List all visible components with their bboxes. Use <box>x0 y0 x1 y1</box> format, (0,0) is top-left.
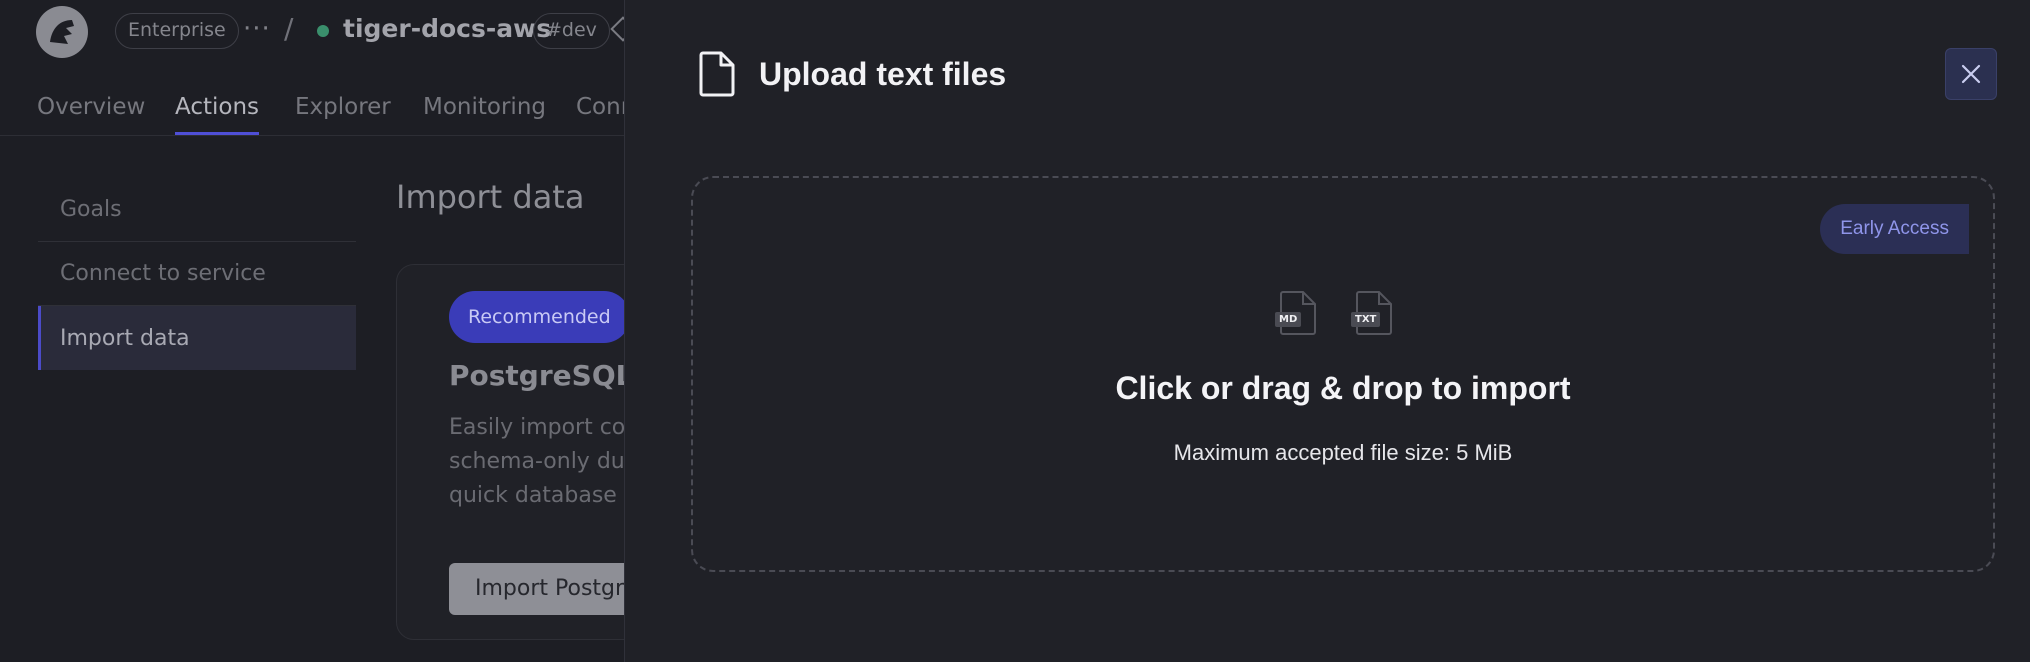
accepted-file-types: MD TXT <box>1275 290 1397 338</box>
nav-tabs: Overview Actions Explorer Monitoring Con… <box>0 86 640 136</box>
txt-file-icon: TXT <box>1351 290 1397 338</box>
sidebar-item-connect[interactable]: Connect to service <box>38 242 356 306</box>
breadcrumb-separator: / <box>284 12 294 45</box>
environment-chip[interactable]: #dev <box>533 13 610 49</box>
file-icon <box>699 51 735 97</box>
sidebar-item-import-data[interactable]: Import data <box>38 306 356 370</box>
sidebar-item-goals[interactable]: Goals <box>38 178 356 242</box>
dropzone-subtitle: Maximum accepted file size: 5 MiB <box>1173 440 1513 465</box>
dropzone-title: Click or drag & drop to import <box>1115 370 1571 406</box>
panel-title: Upload text files <box>759 55 1007 92</box>
close-icon <box>1961 64 1981 84</box>
tab-overview[interactable]: Overview <box>37 94 145 120</box>
tab-explorer[interactable]: Explorer <box>295 94 391 120</box>
upload-text-files-panel: Upload text files Early Access MD TXT Cl… <box>624 0 2030 662</box>
tiger-logo-icon[interactable] <box>36 6 88 58</box>
panel-header: Upload text files <box>695 50 1006 98</box>
txt-file-label: TXT <box>1351 312 1381 327</box>
file-dropzone[interactable]: Early Access MD TXT Click or drag & drop… <box>691 176 1995 572</box>
early-access-badge: Early Access <box>1820 204 1969 254</box>
more-menu-icon[interactable]: ··· <box>243 14 271 44</box>
recommended-badge: Recommended <box>449 291 630 343</box>
plan-chip[interactable]: Enterprise <box>115 13 239 49</box>
page-title: Import data <box>396 178 585 216</box>
actions-sidebar: Goals Connect to service Import data <box>38 178 356 370</box>
card-title: PostgreSQL I <box>449 359 654 392</box>
service-status-icon <box>317 25 329 37</box>
service-name[interactable]: tiger-docs-aws <box>343 14 551 43</box>
tab-monitoring[interactable]: Monitoring <box>423 94 546 120</box>
md-file-icon: MD <box>1275 290 1321 338</box>
close-button[interactable] <box>1945 48 1997 100</box>
tab-actions[interactable]: Actions <box>175 94 260 135</box>
md-file-label: MD <box>1275 312 1302 327</box>
